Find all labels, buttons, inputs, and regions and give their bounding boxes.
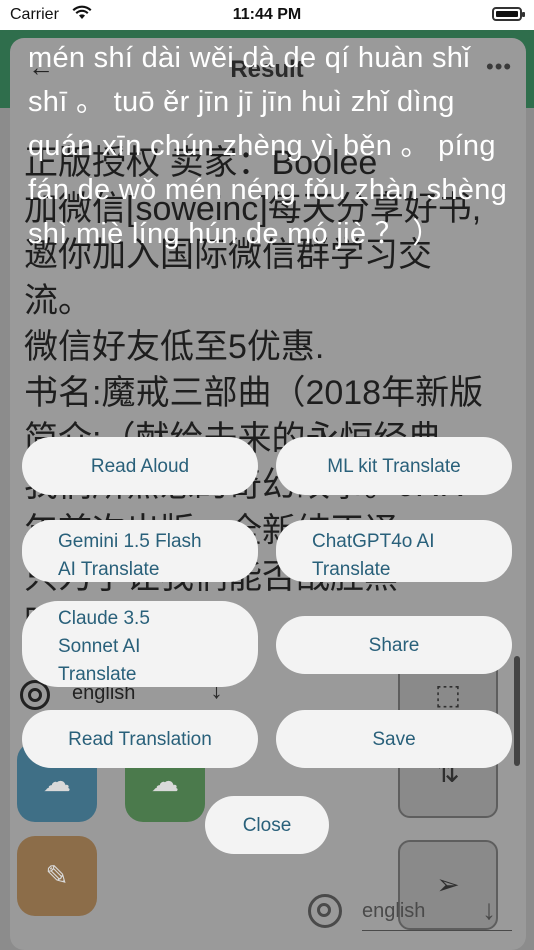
battery-icon [492,7,525,21]
target-language-label: english [362,900,426,922]
close-button[interactable]: Close [205,796,329,854]
edit-button[interactable]: ✎ [17,836,97,916]
target-icon [308,894,342,928]
clock: 11:44 PM [232,6,302,23]
share-button[interactable]: Share [276,616,512,674]
target-language-selector[interactable]: english ↓ [308,892,514,932]
language-underline [362,930,512,931]
read-translation-button[interactable]: Read Translation [22,710,258,768]
scrollbar[interactable] [514,108,522,768]
edit-icon: ✎ [45,860,69,891]
read-aloud-button[interactable]: Read Aloud [22,437,258,495]
gemini-translate-button[interactable]: Gemini 1.5 Flash AI Translate [22,520,258,582]
chatgpt-translate-button[interactable]: ChatGPT4o AI Translate [276,520,512,582]
save-button[interactable]: Save [276,710,512,768]
pinyin-text: mén shí dài wěi dà de qí huàn shǐ shī 。 … [28,42,508,250]
ml-kit-translate-button[interactable]: ML kit Translate [276,437,512,495]
download-arrow-icon: ↓ [482,894,496,925]
claude-translate-button[interactable]: Claude 3.5 Sonnet AI Translate [22,601,258,687]
status-bar: Carrier 11:44 PM [0,0,534,30]
